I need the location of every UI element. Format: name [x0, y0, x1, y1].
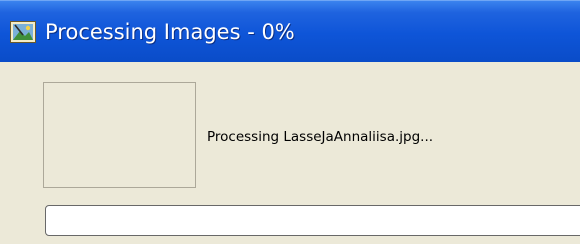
processing-dialog: Processing Images - 0% Processing LasseJ… — [0, 0, 580, 244]
window-title: Processing Images - 0% — [45, 20, 295, 44]
image-preview — [43, 82, 196, 188]
dialog-body: Processing LasseJaAnnaliisa.jpg... — [0, 62, 580, 244]
title-bar[interactable]: Processing Images - 0% — [0, 0, 580, 62]
progress-bar — [45, 205, 580, 236]
processing-status-text: Processing LasseJaAnnaliisa.jpg... — [207, 129, 434, 145]
image-edit-app-icon — [10, 21, 36, 43]
